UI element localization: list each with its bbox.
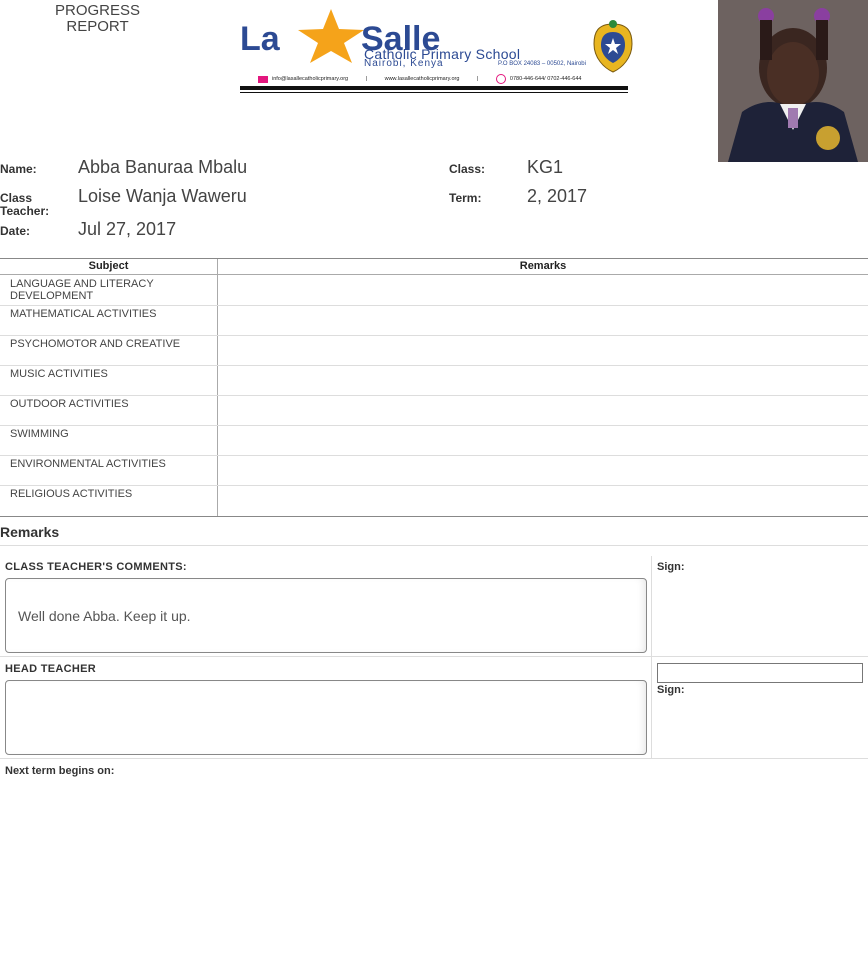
class-teacher-name: Loise Wanja Waweru: [78, 186, 247, 206]
table-row: SWIMMING: [0, 425, 868, 456]
star-icon: [298, 9, 364, 63]
subject-name: ENVIRONMENTAL ACTIVITIES: [10, 458, 166, 470]
divider: [0, 545, 868, 546]
email-icon: [258, 75, 268, 83]
date-label: Date:: [0, 224, 31, 238]
subject-name: SWIMMING: [10, 428, 69, 440]
table-row: MUSIC ACTIVITIES: [0, 365, 868, 396]
subject-name: LANGUAGE AND LITERACY DEVELOPMENT: [10, 278, 154, 302]
logo-divider: [240, 86, 628, 90]
divider: [0, 758, 868, 759]
class-teacher-comments-label: CLASS TEACHER'S COMMENTS:: [5, 561, 187, 573]
subject-name: OUTDOOR ACTIVITIES: [10, 398, 129, 410]
head-teacher-sign-input[interactable]: [657, 663, 863, 683]
logo-contacts: info@lasallecatholicprimary.org | www.la…: [258, 74, 581, 84]
student-photo-image: [718, 0, 868, 162]
sign-column-divider: [651, 556, 652, 656]
logo-city: Nairobi, Kenya: [364, 58, 444, 69]
term-label: Term:: [449, 191, 482, 205]
remarks-heading: Remarks: [0, 524, 60, 540]
logo-pobox: P.O BOX 24083 – 00502, Nairobi: [498, 61, 586, 67]
table-row: ENVIRONMENTAL ACTIVITIES: [0, 455, 868, 486]
logo-phone: 0780-446-644/ 0702-446-644: [509, 76, 582, 83]
subject-name: MATHEMATICAL ACTIVITIES: [10, 308, 157, 320]
head-teacher-comment-box[interactable]: [5, 680, 647, 755]
student-name: Abba Banuraa Mbalu: [78, 157, 248, 177]
divider: [0, 656, 868, 657]
head-teacher-label: HEAD TEACHER: [5, 663, 96, 675]
table-row: LANGUAGE AND LITERACY DEVELOPMENT: [0, 275, 868, 306]
table-row: RELIGIOUS ACTIVITIES: [0, 485, 868, 515]
class-teacher-label: Class Teacher:: [0, 191, 50, 218]
phone-icon: [495, 74, 506, 84]
class-teacher-sign-label: Sign:: [657, 561, 685, 573]
table-row: MATHEMATICAL ACTIVITIES: [0, 305, 868, 336]
head-teacher-sign-label: Sign:: [657, 684, 685, 696]
student-photo: [718, 0, 868, 162]
school-crest-icon: [593, 20, 633, 73]
logo-website: www.lasallecatholicprimary.org: [384, 76, 460, 83]
subject-name: MUSIC ACTIVITIES: [10, 368, 108, 380]
class-label: Class:: [449, 162, 486, 176]
report-date: Jul 27, 2017: [78, 219, 177, 239]
student-class: KG1: [527, 157, 564, 177]
class-teacher-comment-box[interactable]: Well done Abba. Keep it up.: [5, 578, 647, 653]
table-row: PSYCHOMOTOR AND CREATIVE: [0, 335, 868, 366]
term-value: 2, 2017: [527, 186, 588, 206]
subjects-table: Subject Remarks LANGUAGE AND LITERACY DE…: [0, 258, 868, 517]
logo-divider-thin: [240, 92, 628, 93]
subject-column-header: Subject: [0, 259, 217, 275]
report-title: PROGRESS REPORT: [54, 2, 141, 35]
name-label: Name:: [0, 162, 37, 176]
school-logo: La Salle Catholic Primary School Nairobi…: [238, 6, 638, 98]
subject-name: RELIGIOUS ACTIVITIES: [10, 488, 133, 500]
sign-column-divider: [651, 657, 652, 758]
next-term-label: Next term begins on:: [5, 765, 115, 777]
logo-la-text: La: [240, 20, 280, 58]
remarks-column-header: Remarks: [218, 259, 868, 275]
class-teacher-comment-text: Well done Abba. Keep it up.: [18, 608, 191, 624]
subject-name: PSYCHOMOTOR AND CREATIVE: [10, 338, 181, 350]
logo-email: info@lasallecatholicprimary.org: [272, 76, 349, 83]
table-row: OUTDOOR ACTIVITIES: [0, 395, 868, 426]
